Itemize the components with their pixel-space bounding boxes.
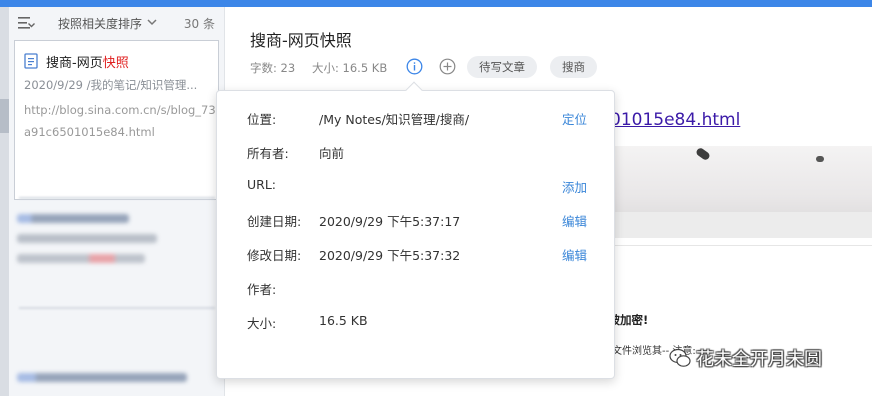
watermark-text: 花未全开月未圆: [696, 349, 822, 370]
note-info-popover: 位置: /My Notes/知识管理/搜商/ 定位 所有者: 向前 URL: 添…: [216, 81, 615, 379]
note-title-text: 搜商-网页: [46, 56, 103, 71]
info-label: 创建日期:: [247, 214, 302, 229]
info-value: /My Notes/知识管理/搜商/: [319, 112, 470, 127]
info-value: 16.5 KB: [319, 313, 368, 328]
tag-chip[interactable]: 搜商: [550, 56, 597, 78]
note-list-item-blurred[interactable]: [17, 214, 217, 274]
watermark: 花未全开月未圆: [668, 344, 822, 372]
info-label: 作者:: [247, 282, 277, 297]
list-divider: [19, 307, 215, 309]
note-list-header: 按照相关度排序 30 条: [9, 7, 225, 39]
chevron-down-icon[interactable]: [146, 17, 158, 27]
locate-button[interactable]: 定位: [562, 109, 587, 128]
note-item-title: 搜商-网页快照: [46, 52, 129, 71]
info-row-url: URL: 添加: [247, 177, 587, 197]
info-value: 向前: [319, 146, 345, 161]
info-value: 2020/9/29 下午5:37:17: [319, 214, 461, 229]
note-list-item-active[interactable]: 搜商-网页快照 2020/9/29 /我的笔记/知识管理... http://b…: [14, 40, 219, 200]
note-list-item-blurred[interactable]: [17, 373, 217, 393]
note-body-link[interactable]: 01015e84.html: [610, 110, 740, 130]
info-row-created: 创建日期: 2020/9/29 下午5:37:17 编辑: [247, 211, 587, 231]
sidebar-collapsed-strip[interactable]: [0, 7, 9, 396]
info-value: 2020/9/29 下午5:37:32: [319, 248, 461, 263]
add-tag-icon[interactable]: [439, 58, 456, 75]
note-item-meta: 2020/9/29 /我的笔记/知识管理...: [24, 78, 198, 92]
info-row-location: 位置: /My Notes/知识管理/搜商/ 定位: [247, 109, 587, 129]
info-row-author: 作者:: [247, 279, 587, 299]
edit-modified-date-button[interactable]: 编辑: [562, 245, 587, 264]
sidebar-selected-indicator: [0, 99, 9, 133]
info-row-owner: 所有者: 向前: [247, 143, 587, 163]
document-icon: [24, 53, 38, 69]
note-item-snippet: http://blog.sina.com.cn/s/blog_73a91c650…: [24, 103, 216, 139]
note-body-image: [606, 146, 872, 238]
word-count: 字数: 23: [250, 61, 296, 75]
info-icon[interactable]: [406, 58, 423, 75]
note-count: 30 条: [183, 17, 215, 31]
info-row-modified: 修改日期: 2020/9/29 下午5:37:32 编辑: [247, 245, 587, 265]
note-title[interactable]: 搜商-网页快照: [250, 27, 352, 51]
info-label: 修改日期:: [247, 248, 302, 263]
edit-created-date-button[interactable]: 编辑: [562, 211, 587, 230]
list-divider: [19, 197, 215, 199]
tag-chip[interactable]: 待写文章: [467, 56, 537, 78]
note-title-highlight: 快照: [102, 56, 129, 71]
window-top-bar: [0, 0, 872, 7]
info-label: URL:: [247, 177, 277, 192]
info-row-size: 大小: 16.5 KB: [247, 313, 587, 333]
sort-order-dropdown[interactable]: 按照相关度排序: [58, 15, 142, 32]
info-label: 大小:: [247, 316, 277, 331]
list-view-icon[interactable]: [17, 15, 35, 31]
wechat-logo-icon: [669, 348, 691, 367]
info-label: 所有者:: [247, 146, 289, 161]
note-body-divider: [598, 245, 872, 246]
note-size: 大小: 16.5 KB: [312, 61, 388, 75]
note-list-panel: 按照相关度排序 30 条 搜商-网页快照 2020/9/29 /我的笔记/知识管…: [9, 7, 225, 396]
add-url-button[interactable]: 添加: [562, 177, 587, 196]
info-label: 位置:: [247, 112, 277, 127]
